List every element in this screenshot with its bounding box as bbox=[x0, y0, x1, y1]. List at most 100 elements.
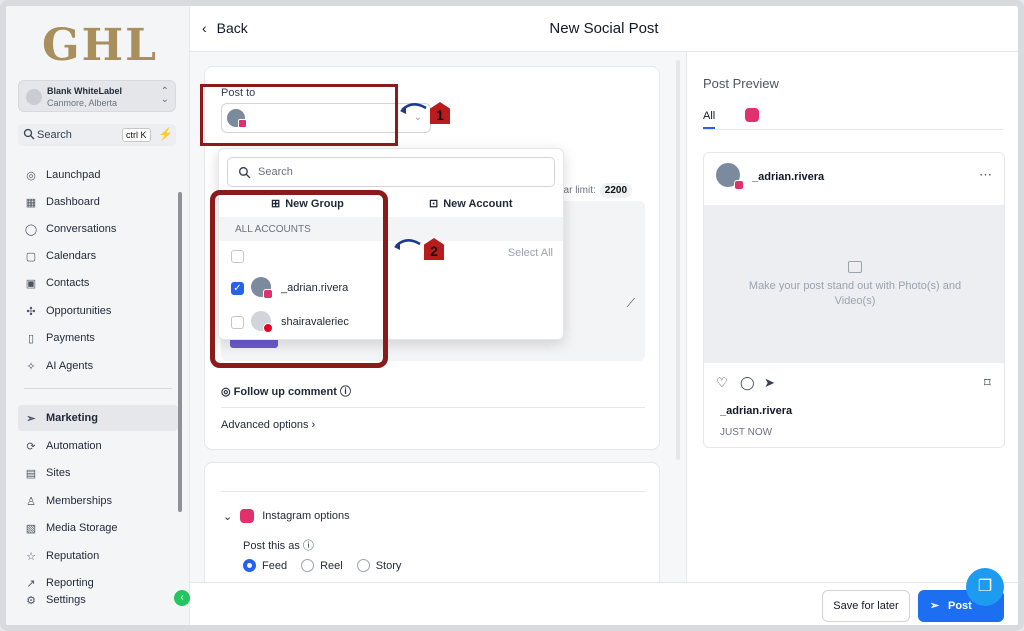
sidebar-item-label: Automation bbox=[46, 440, 102, 452]
send-icon: ➢ bbox=[26, 412, 36, 425]
sidebar-item-settings[interactable]: ⚙ Settings bbox=[18, 587, 178, 613]
rocket-icon: ◎ bbox=[26, 169, 36, 182]
radio-indicator bbox=[356, 559, 370, 572]
account-search-input[interactable]: Search bbox=[227, 157, 555, 187]
post-type-radio-group: Feed Reel Story bbox=[243, 559, 401, 572]
sidebar-item-reputation[interactable]: ☆ Reputation bbox=[18, 543, 178, 569]
radio-label: Story bbox=[375, 559, 402, 572]
automation-icon: ⟳ bbox=[26, 440, 36, 453]
dashboard-icon: ▦ bbox=[25, 196, 37, 209]
follow-up-label: Follow up comment bbox=[233, 386, 337, 398]
arrow-icon bbox=[400, 103, 427, 114]
post-this-as-text: Post this as bbox=[243, 540, 300, 552]
follow-up-comment-toggle[interactable]: ◎ Follow up comment ⓘ bbox=[221, 383, 351, 399]
sidebar-item-label: Calendars bbox=[46, 250, 97, 262]
search-icon bbox=[23, 128, 35, 140]
sidebar-item-memberships[interactable]: ♙ Memberships bbox=[18, 488, 178, 514]
tab-all[interactable]: All bbox=[703, 110, 716, 129]
preview-tabs: All bbox=[703, 108, 1003, 130]
page-title: New Social Post bbox=[549, 20, 659, 37]
divider bbox=[221, 491, 645, 492]
post-this-as-label: Post this as ⓘ bbox=[243, 537, 314, 553]
preview-title: Post Preview bbox=[703, 76, 779, 91]
sidebar-item-label: Memberships bbox=[46, 495, 113, 507]
tab-instagram-icon[interactable] bbox=[745, 108, 759, 122]
sidebar-item-conversations[interactable]: ◯ Conversations bbox=[18, 216, 178, 242]
sidebar-item-label: AI Agents bbox=[46, 360, 94, 372]
chat-icon: ◯ bbox=[24, 223, 38, 236]
sidebar-item-label: Payments bbox=[46, 332, 95, 344]
radio-reel[interactable]: Reel bbox=[301, 559, 343, 572]
preview-username: _adrian.rivera bbox=[752, 171, 825, 183]
page-header: ‹ Back New Social Post bbox=[190, 6, 1018, 52]
support-chat-icon[interactable]: ❐ bbox=[966, 568, 1004, 606]
sidebar-item-automation[interactable]: ⟳ Automation bbox=[18, 433, 178, 459]
sidebar-item-calendars[interactable]: ▢ Calendars bbox=[18, 243, 178, 269]
arrow-icon bbox=[394, 239, 421, 250]
sidebar-scrollbar[interactable] bbox=[178, 192, 182, 512]
sidebar-item-sites[interactable]: ▤ Sites bbox=[18, 460, 178, 486]
sidebar-item-opportunities[interactable]: ✣ Opportunities bbox=[18, 298, 178, 324]
media-placeholder-text: Make your post stand out with Photo(s) a… bbox=[748, 280, 962, 307]
advanced-options-toggle[interactable]: Advanced options › bbox=[221, 419, 315, 431]
gear-icon: ⚙ bbox=[26, 594, 36, 607]
search-icon bbox=[238, 166, 251, 179]
radio-indicator bbox=[243, 559, 256, 572]
instagram-options-toggle[interactable]: ⌄ Instagram options bbox=[223, 509, 350, 523]
sparkle-icon: ✧ bbox=[26, 360, 36, 373]
account-switcher[interactable]: Blank WhiteLabel Canmore, Alberta ⌃ ⌄ bbox=[18, 80, 176, 112]
annotation-box-2 bbox=[210, 190, 388, 368]
preview-actions: ♡ ◯ ➤ ⌑ bbox=[716, 375, 994, 391]
sidebar-search[interactable]: Search ctrl K ⚡ bbox=[18, 124, 176, 146]
comment-icon: ◯ bbox=[740, 375, 755, 390]
save-for-later-button[interactable]: Save for later bbox=[822, 590, 910, 622]
instagram-options-card: ⌄ Instagram options Post this as ⓘ Feed R… bbox=[204, 462, 660, 592]
advanced-label: Advanced options bbox=[221, 419, 309, 431]
select-all-button[interactable]: Select All bbox=[508, 247, 553, 259]
sidebar-item-contacts[interactable]: ▣ Contacts bbox=[18, 270, 178, 296]
info-icon: ⓘ bbox=[299, 540, 314, 552]
lightning-icon[interactable]: ⚡ bbox=[158, 127, 173, 141]
sidebar: GHL Blank WhiteLabel Canmore, Alberta ⌃ ⌄… bbox=[6, 6, 190, 625]
sidebar-item-payments[interactable]: ▯ Payments bbox=[18, 325, 178, 351]
sidebar-item-launchpad[interactable]: ◎ Launchpad bbox=[18, 162, 178, 188]
chevron-down-icon: ⌄ bbox=[223, 510, 233, 523]
bookmark-icon: ⌑ bbox=[984, 375, 991, 390]
radio-feed[interactable]: Feed bbox=[243, 559, 287, 572]
char-limit-badge: 2200 bbox=[599, 183, 633, 198]
sidebar-item-marketing[interactable]: ➢ Marketing bbox=[18, 405, 178, 431]
search-shortcut: ctrl K bbox=[122, 128, 151, 142]
heart-icon: ♡ bbox=[716, 375, 728, 390]
sidebar-item-label: Sites bbox=[46, 467, 71, 479]
radio-story[interactable]: Story bbox=[356, 559, 402, 572]
search-placeholder: Search bbox=[258, 166, 293, 178]
logo: GHL bbox=[42, 20, 159, 71]
sidebar-item-label: Settings bbox=[46, 594, 86, 606]
collapse-sidebar-button[interactable]: ‹ bbox=[174, 590, 190, 606]
media-icon: ▧ bbox=[25, 522, 37, 535]
divider bbox=[221, 407, 645, 408]
compose-scrollbar[interactable] bbox=[676, 60, 680, 460]
sidebar-item-media-storage[interactable]: ▧ Media Storage bbox=[18, 515, 178, 541]
action-footer: Save for later ➢ Post bbox=[190, 582, 1018, 625]
contacts-icon: ▣ bbox=[25, 277, 37, 290]
radio-label: Reel bbox=[320, 559, 343, 572]
sidebar-item-dashboard[interactable]: ▦ Dashboard bbox=[18, 189, 178, 215]
account-name: Blank WhiteLabel bbox=[47, 86, 123, 96]
add-account-icon: ⊡ bbox=[429, 198, 439, 210]
sidebar-item-ai-agents[interactable]: ✧ AI Agents bbox=[18, 353, 178, 379]
more-options-icon[interactable]: ⋯ bbox=[979, 167, 992, 183]
post-preview-panel: Post Preview All _adrian.rivera ⋯ Make y… bbox=[686, 52, 1018, 582]
radio-label: Feed bbox=[262, 559, 288, 572]
preview-caption-user: _adrian.rivera bbox=[720, 405, 793, 417]
account-avatar bbox=[26, 89, 42, 105]
sidebar-item-label: Opportunities bbox=[46, 305, 112, 317]
sidebar-item-label: Media Storage bbox=[46, 522, 118, 534]
annotation-arrow-1 bbox=[398, 100, 428, 125]
calendar-icon: ▢ bbox=[25, 250, 37, 263]
sidebar-divider bbox=[24, 388, 172, 389]
sites-icon: ▤ bbox=[25, 467, 37, 480]
resize-handle-icon[interactable]: ⟋ bbox=[627, 296, 635, 311]
chevron-right-icon: › bbox=[308, 419, 316, 431]
new-account-button[interactable]: ⊡ New Account bbox=[429, 197, 512, 211]
